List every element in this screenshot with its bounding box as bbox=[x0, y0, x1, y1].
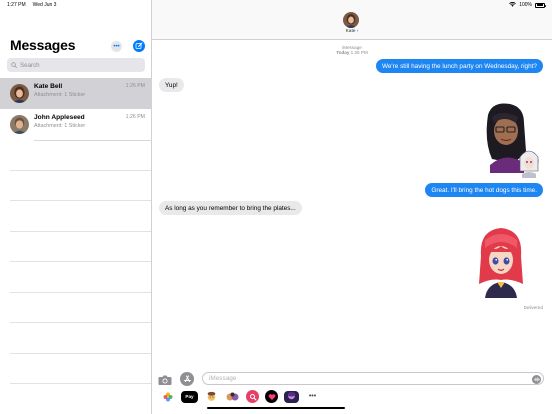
page-title: Messages bbox=[10, 37, 76, 53]
waveform-icon bbox=[533, 376, 540, 382]
conversation-timestamp: iMessage Today 1:25 PM bbox=[152, 45, 552, 56]
outgoing-message[interactable]: We're still having the lunch party on We… bbox=[375, 59, 543, 73]
red-hair-girl-sticker[interactable] bbox=[477, 226, 525, 298]
image-search-app-icon[interactable] bbox=[246, 390, 259, 403]
more-apps-label: ••• bbox=[308, 393, 317, 400]
battery-icon bbox=[535, 2, 546, 8]
delivered-status: Delivered bbox=[523, 305, 543, 310]
message-time: 1:26 PM bbox=[125, 114, 145, 120]
message-time: 1:26 PM bbox=[125, 83, 145, 89]
conversation-pane: Kate › iMessage Today 1:25 PM We're stil… bbox=[152, 0, 552, 414]
apple-pay-app-icon[interactable]: Pay bbox=[181, 390, 198, 403]
message-input-field[interactable] bbox=[202, 372, 544, 385]
more-options-button[interactable]: ••• bbox=[111, 41, 122, 52]
memoji-stickers-app-icon[interactable] bbox=[225, 391, 240, 403]
search-input[interactable] bbox=[20, 61, 130, 69]
app-store-button[interactable] bbox=[180, 372, 194, 386]
contact-name-header[interactable]: Kate › bbox=[152, 29, 552, 34]
app-store-icon bbox=[183, 375, 191, 382]
message-preview: Attachment: 1 Sticker bbox=[34, 92, 86, 98]
avatar bbox=[10, 115, 29, 134]
camera-button[interactable] bbox=[158, 373, 172, 385]
conversation-list: Kate Bell 1:26 PM Attachment: 1 Sticker … bbox=[0, 78, 152, 140]
empty-list-rows bbox=[10, 140, 151, 384]
home-indicator[interactable] bbox=[207, 407, 345, 409]
chevron-right-icon: › bbox=[356, 29, 359, 34]
message-input[interactable] bbox=[209, 375, 509, 382]
contact-name: Kate Bell bbox=[34, 83, 63, 90]
memoji-app-icon[interactable] bbox=[204, 391, 219, 403]
contact-name: John Appleseed bbox=[34, 114, 85, 121]
more-apps-icon[interactable]: ••• bbox=[305, 391, 320, 403]
search-bar[interactable] bbox=[7, 58, 145, 72]
incoming-message[interactable]: Yup! bbox=[159, 78, 184, 92]
compose-button[interactable] bbox=[133, 40, 145, 52]
camera-icon bbox=[158, 375, 172, 385]
conversation-row-john-appleseed[interactable]: John Appleseed 1:26 PM Attachment: 1 Sti… bbox=[0, 109, 152, 140]
compose-icon bbox=[135, 42, 143, 49]
message-composer bbox=[152, 372, 552, 386]
search-icon bbox=[11, 62, 17, 68]
status-bar: 1:27 PM Wed Jun 3 100% bbox=[0, 0, 552, 10]
contact-name: Kate bbox=[345, 29, 356, 34]
outgoing-message[interactable]: Great. I'll bring the hot dogs this time… bbox=[425, 183, 543, 197]
contact-avatar[interactable] bbox=[343, 12, 359, 28]
status-date: Wed Jun 3 bbox=[32, 2, 57, 8]
conversation-row-kate-bell[interactable]: Kate Bell 1:26 PM Attachment: 1 Sticker bbox=[0, 78, 152, 109]
apple-pay-label: Pay bbox=[185, 394, 194, 399]
message-preview: Attachment: 1 Sticker bbox=[34, 123, 86, 129]
avatar bbox=[10, 84, 29, 103]
photos-app-icon[interactable] bbox=[160, 391, 175, 403]
sticker-pack-app-icon[interactable] bbox=[284, 390, 299, 403]
battery-percent: 100% bbox=[519, 2, 532, 8]
dark-hair-girl-with-glasses-sticker[interactable] bbox=[482, 101, 540, 179]
imessage-app-drawer: Pay ••• bbox=[152, 389, 552, 404]
status-time: 1:27 PM bbox=[7, 2, 26, 8]
incoming-message[interactable]: As long as you remember to bring the pla… bbox=[159, 201, 302, 215]
audio-message-button[interactable] bbox=[532, 374, 541, 384]
digital-touch-app-icon[interactable] bbox=[265, 390, 278, 403]
ellipsis-icon: ••• bbox=[113, 43, 120, 50]
conversation-sidebar: Messages ••• Kate Bell 1:26 PM Attachmen… bbox=[0, 0, 152, 414]
wifi-icon bbox=[509, 1, 517, 9]
time-label: 1:25 PM bbox=[350, 50, 368, 56]
day-label: Today bbox=[336, 50, 350, 56]
